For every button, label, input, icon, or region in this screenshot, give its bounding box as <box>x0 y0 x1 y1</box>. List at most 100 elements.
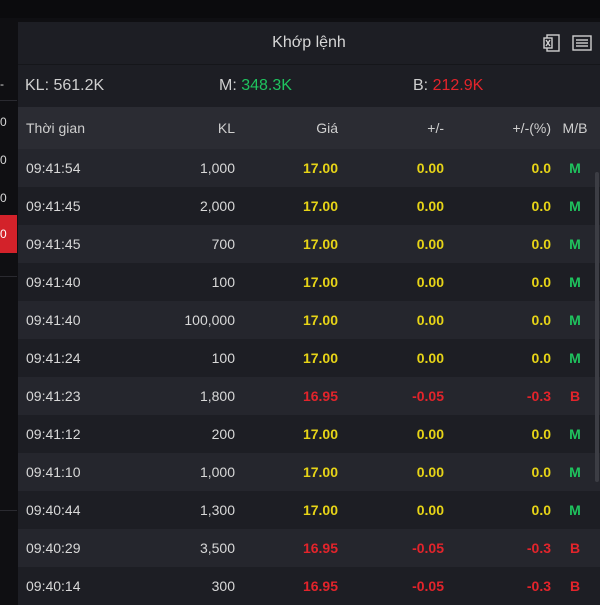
trade-price: 17.00 <box>302 502 338 518</box>
col-change[interactable]: +/- <box>348 107 444 149</box>
col-mb[interactable]: M/B <box>558 107 592 149</box>
trade-change-pct: 0.0 <box>531 464 551 480</box>
header-icons <box>542 33 592 53</box>
trade-price: 17.00 <box>302 312 338 328</box>
left-cell-1: 0 <box>0 115 7 129</box>
table-row[interactable]: 09:41:45 700 17.00 0.00 0.0 M <box>18 225 600 263</box>
trade-price: 17.00 <box>302 274 338 290</box>
b-label: B: <box>413 77 429 94</box>
trade-side: M <box>569 502 581 518</box>
table-row[interactable]: 09:40:29 3,500 16.95 -0.05 -0.3 B <box>18 529 600 567</box>
trade-price: 17.00 <box>302 160 338 176</box>
trade-volume: 1,800 <box>199 388 235 404</box>
trade-volume: 100,000 <box>184 312 235 328</box>
trade-side: B <box>569 388 581 404</box>
trade-volume: 1,000 <box>199 160 235 176</box>
trade-change: 0.00 <box>416 236 444 252</box>
table-row[interactable]: 09:41:45 2,000 17.00 0.00 0.0 M <box>18 187 600 225</box>
trade-change-pct: 0.0 <box>531 160 551 176</box>
trade-price: 16.95 <box>302 540 338 556</box>
trade-change: 0.00 <box>416 312 444 328</box>
trade-price: 17.00 <box>302 464 338 480</box>
trade-volume: 100 <box>211 350 235 366</box>
table-row[interactable]: 09:41:40 100,000 17.00 0.00 0.0 M <box>18 301 600 339</box>
table-row[interactable]: 09:41:10 1,000 17.00 0.00 0.0 M <box>18 453 600 491</box>
trade-price: 16.95 <box>302 578 338 594</box>
trade-change-pct: 0.0 <box>531 426 551 442</box>
trade-volume: 1,000 <box>199 464 235 480</box>
left-divider <box>0 510 17 511</box>
trade-change: -0.05 <box>412 388 444 404</box>
trade-side: M <box>569 464 581 480</box>
trade-change: 0.00 <box>416 464 444 480</box>
trade-side: M <box>569 160 581 176</box>
excel-icon[interactable] <box>542 33 562 53</box>
col-change-pct[interactable]: +/-(%) <box>458 107 552 149</box>
table-header: Thời gian KL Giá +/- +/-(%) M/B <box>18 107 600 149</box>
trade-side: B <box>569 578 581 594</box>
trade-change-pct: 0.0 <box>531 198 551 214</box>
trade-volume: 3,500 <box>199 540 235 556</box>
trade-change: 0.00 <box>416 160 444 176</box>
table-row[interactable]: 09:41:40 100 17.00 0.00 0.0 M <box>18 263 600 301</box>
trade-list: 09:41:54 1,000 17.00 0.00 0.0 M 09:41:45 2,000 1… <box>18 149 600 605</box>
trade-side: M <box>569 236 581 252</box>
trade-side: M <box>569 274 581 290</box>
trade-change-pct: -0.3 <box>526 388 551 404</box>
trade-change-pct: 0.0 <box>531 236 551 252</box>
scrollbar-thumb[interactable] <box>595 172 599 482</box>
table-row[interactable]: 09:41:23 1,800 16.95 -0.05 -0.3 B <box>18 377 600 415</box>
left-cell-3: 0 <box>0 191 7 205</box>
panel-title: Khớp lệnh <box>272 34 346 51</box>
trade-side: B <box>569 540 581 556</box>
trade-side: M <box>569 426 581 442</box>
trade-change: 0.00 <box>416 350 444 366</box>
left-partial-panel: - 0 0 0 0 <box>0 18 17 600</box>
m-label: M: <box>219 77 237 94</box>
matched-orders-panel: Khớp lệnh KL: 561.2K M: 348.3K B: 212.9K… <box>18 22 600 605</box>
trade-price: 16.95 <box>302 388 338 404</box>
table-row[interactable]: 09:41:54 1,000 17.00 0.00 0.0 M <box>18 149 600 187</box>
panel-header: Khớp lệnh <box>18 22 600 65</box>
trade-change-pct: 0.0 <box>531 312 551 328</box>
b-value: 212.9K <box>432 77 484 94</box>
top-strip <box>0 0 600 18</box>
trade-price: 17.00 <box>302 198 338 214</box>
trade-side: M <box>569 198 581 214</box>
table-row[interactable]: 09:40:14 300 16.95 -0.05 -0.3 B <box>18 567 600 605</box>
trade-change: -0.05 <box>412 540 444 556</box>
trade-volume: 300 <box>211 578 235 594</box>
col-kl[interactable]: KL <box>118 107 235 149</box>
kl-total: KL: 561.2K <box>25 77 105 94</box>
trade-price: 17.00 <box>302 426 338 442</box>
left-divider <box>0 100 17 101</box>
col-price[interactable]: Giá <box>248 107 338 149</box>
table-row[interactable]: 09:41:24 100 17.00 0.00 0.0 M <box>18 339 600 377</box>
trade-change: 0.00 <box>416 198 444 214</box>
trade-change-pct: 0.0 <box>531 502 551 518</box>
trade-change: -0.05 <box>412 578 444 594</box>
trade-volume: 2,000 <box>199 198 235 214</box>
trade-change-pct: -0.3 <box>526 540 551 556</box>
trade-change: 0.00 <box>416 502 444 518</box>
table-row[interactable]: 09:41:12 200 17.00 0.00 0.0 M <box>18 415 600 453</box>
left-cell-2: 0 <box>0 153 7 167</box>
trade-volume: 200 <box>211 426 235 442</box>
left-divider <box>0 276 17 277</box>
left-cell-highlight: 0 <box>0 215 17 253</box>
list-icon[interactable] <box>572 33 592 53</box>
summary-bar: KL: 561.2K M: 348.3K B: 212.9K <box>18 65 600 107</box>
trade-side: M <box>569 350 581 366</box>
trade-volume: 1,300 <box>199 502 235 518</box>
m-value: 348.3K <box>241 77 292 94</box>
table-row[interactable]: 09:40:44 1,300 17.00 0.00 0.0 M <box>18 491 600 529</box>
b-total: B: 212.9K <box>413 77 483 95</box>
trade-change: 0.00 <box>416 426 444 442</box>
trade-volume: 700 <box>211 236 235 252</box>
trade-change-pct: 0.0 <box>531 350 551 366</box>
trade-change-pct: -0.3 <box>526 578 551 594</box>
trade-price: 17.00 <box>302 350 338 366</box>
trade-price: 17.00 <box>302 236 338 252</box>
left-cell-0: - <box>0 77 4 91</box>
trade-side: M <box>569 312 581 328</box>
